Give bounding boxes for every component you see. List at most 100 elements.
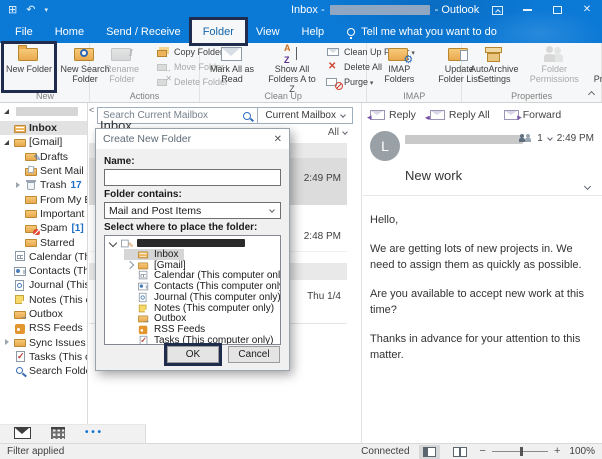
- forward-button[interactable]: Forward: [504, 109, 562, 121]
- folder-item[interactable]: Tasks (This com...: [0, 350, 87, 364]
- folder-expander-icon[interactable]: [14, 224, 23, 233]
- dialog-tree-item[interactable]: Contacts (This computer only): [124, 281, 281, 292]
- dialog-tree-item[interactable]: Journal (This computer only): [124, 292, 281, 303]
- folder-expander-icon[interactable]: [3, 338, 12, 347]
- tree-expander-icon[interactable]: [126, 293, 135, 302]
- navigation-item[interactable]: [14, 427, 31, 442]
- folder-item[interactable]: Journal (This co...: [0, 278, 87, 292]
- ribbon-tab[interactable]: View: [245, 20, 291, 43]
- ok-button[interactable]: OK: [167, 346, 219, 363]
- folder-expander-icon[interactable]: [3, 138, 12, 147]
- zoom-slider[interactable]: [492, 451, 548, 452]
- folder-item[interactable]: Drafts: [0, 150, 87, 164]
- chevron-down-icon[interactable]: [547, 135, 553, 141]
- folder-item[interactable]: Contacts (This c...: [0, 264, 87, 278]
- folder-item[interactable]: Search Folders: [0, 364, 87, 378]
- ribbon-tab[interactable]: Send / Receive: [95, 20, 192, 43]
- undo-icon[interactable]: ↶: [26, 5, 35, 16]
- tree-expander-icon[interactable]: [126, 260, 135, 269]
- folder-item[interactable]: Trash 17: [0, 178, 87, 192]
- ribbon-button[interactable]: Folder Properties: [585, 44, 602, 90]
- qat-customize-icon[interactable]: ▾: [44, 7, 48, 14]
- reading-view-button[interactable]: [449, 445, 471, 459]
- tree-expander-icon[interactable]: [126, 271, 135, 280]
- folder-expander-icon[interactable]: [3, 310, 12, 319]
- folder-expander-icon[interactable]: [3, 352, 12, 361]
- zoom-out-button[interactable]: −: [480, 446, 486, 457]
- dialog-tree-item[interactable]: Outbox: [124, 314, 192, 325]
- dialog-close-icon[interactable]: ✕: [274, 134, 282, 145]
- folder-item[interactable]: Spam [1]: [0, 221, 87, 235]
- dialog-tree-item[interactable]: Calendar (This computer only): [124, 270, 281, 281]
- account-expander-icon[interactable]: [3, 107, 12, 116]
- tree-expander-icon[interactable]: [126, 250, 135, 259]
- folder-item[interactable]: [Gmail]: [0, 135, 87, 149]
- folder-item[interactable]: Starred: [0, 235, 87, 249]
- tree-expander-icon[interactable]: [126, 325, 135, 334]
- folder-expander-icon[interactable]: [3, 324, 12, 333]
- folder-expander-icon[interactable]: [3, 295, 12, 304]
- ribbon-tab[interactable]: Home: [44, 20, 95, 43]
- ribbon-button[interactable]: New Folder: [4, 44, 54, 90]
- dialog-tree-item[interactable]: [107, 238, 251, 249]
- tree-expander-icon[interactable]: [126, 282, 135, 291]
- folder-item[interactable]: RSS Feeds: [0, 321, 87, 335]
- folder-expander-icon[interactable]: [3, 124, 12, 133]
- ribbon-display-options-button[interactable]: [482, 0, 512, 20]
- expand-header-icon[interactable]: [584, 183, 591, 190]
- folder-item[interactable]: Sync Issues (T... 2: [0, 335, 87, 349]
- minimize-button[interactable]: [512, 0, 542, 20]
- dialog-titlebar[interactable]: Create New Folder ✕: [96, 129, 289, 149]
- folder-expander-icon[interactable]: [3, 267, 12, 276]
- folder-item[interactable]: Calendar (This c...: [0, 250, 87, 264]
- navigation-item[interactable]: [85, 428, 105, 441]
- tree-expander-icon[interactable]: [126, 304, 135, 313]
- dialog-tree-item[interactable]: Notes (This computer only): [124, 303, 280, 314]
- dialog-tree-item[interactable]: RSS Feeds: [124, 324, 211, 335]
- search-icon[interactable]: [243, 112, 251, 120]
- ribbon-tab[interactable]: Folder: [192, 20, 245, 43]
- cancel-button[interactable]: Cancel: [228, 346, 280, 363]
- dialog-tree-item[interactable]: Tasks (This computer only): [124, 335, 279, 345]
- folder-item[interactable]: Sent Mail: [0, 164, 87, 178]
- ribbon-button[interactable]: IMAP Folders: [370, 44, 428, 90]
- folder-name-input[interactable]: [104, 169, 281, 186]
- folder-item[interactable]: Outbox: [0, 307, 87, 321]
- folder-contains-dropdown[interactable]: Mail and Post Items: [104, 202, 281, 219]
- tree-expander-icon[interactable]: [126, 314, 135, 323]
- dialog-tree-item[interactable]: Inbox: [124, 249, 184, 260]
- folder-expander-icon[interactable]: [14, 209, 23, 218]
- ribbon-tab[interactable]: File: [4, 20, 44, 43]
- normal-view-button[interactable]: [419, 445, 440, 459]
- ribbon-button[interactable]: Rename Folder: [93, 44, 151, 90]
- folder-expander-icon[interactable]: [14, 152, 23, 161]
- ribbon-button[interactable]: Show All Folders A to Z: [263, 44, 321, 90]
- search-scope-dropdown[interactable]: Current Mailbox: [257, 108, 352, 123]
- folder-expander-icon[interactable]: [3, 252, 12, 261]
- folder-expander-icon[interactable]: [14, 195, 23, 204]
- folder-expander-icon[interactable]: [14, 167, 23, 176]
- folder-expander-icon[interactable]: [3, 367, 12, 376]
- zoom-slider-thumb[interactable]: [520, 447, 523, 456]
- tree-expander-icon[interactable]: [126, 336, 135, 345]
- zoom-in-button[interactable]: +: [554, 446, 560, 457]
- reply-button[interactable]: Reply: [370, 109, 416, 121]
- reply-all-button[interactable]: Reply All: [430, 109, 490, 121]
- folder-item[interactable]: Inbox: [0, 121, 87, 135]
- tell-me-box[interactable]: Tell me what you want to do: [335, 20, 497, 43]
- folder-item[interactable]: Important: [0, 207, 87, 221]
- filter-dropdown[interactable]: All: [328, 127, 347, 138]
- maximize-button[interactable]: [542, 0, 572, 20]
- close-button[interactable]: ✕: [572, 0, 602, 20]
- folder-expander-icon[interactable]: [14, 181, 23, 190]
- app-icon[interactable]: ⊞: [8, 5, 17, 16]
- navigation-item[interactable]: [51, 427, 65, 442]
- folder-item[interactable]: From My Boss: [0, 192, 87, 206]
- ribbon-button[interactable]: AutoArchive Settings: [465, 44, 523, 90]
- collapse-ribbon-icon[interactable]: [588, 90, 595, 97]
- folder-item[interactable]: Notes (This co...: [0, 293, 87, 307]
- account-header[interactable]: [0, 103, 87, 119]
- folder-expander-icon[interactable]: [14, 238, 23, 247]
- ribbon-button[interactable]: Mark All as Read: [203, 44, 261, 90]
- ribbon-button[interactable]: Folder Permissions: [525, 44, 583, 90]
